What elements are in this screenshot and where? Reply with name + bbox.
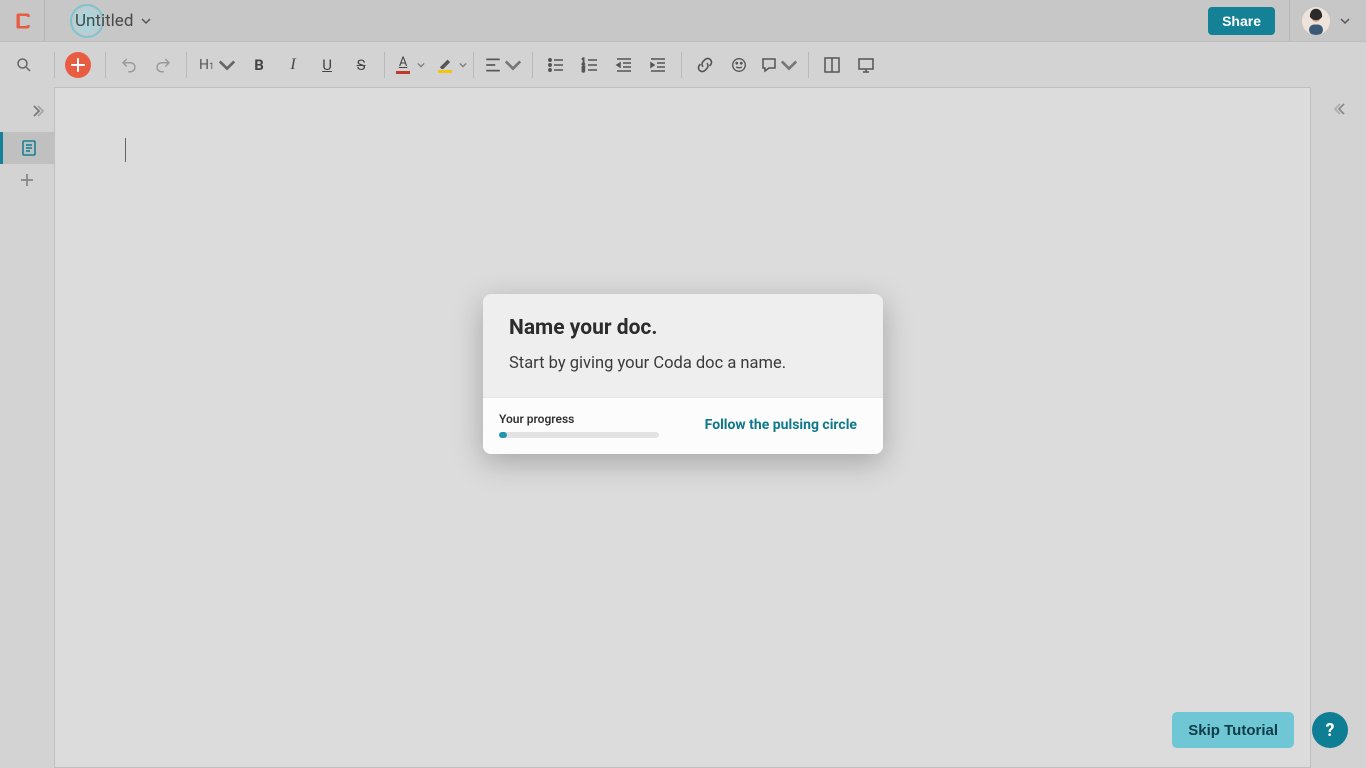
link-button[interactable] [688, 48, 722, 82]
doc-title-area[interactable]: Untitled [73, 11, 151, 31]
highlight-color-dropdown[interactable] [433, 57, 467, 73]
bulleted-list-button[interactable] [539, 48, 573, 82]
divider [105, 52, 106, 78]
italic-button[interactable]: I [276, 48, 310, 82]
bold-button[interactable]: B [242, 48, 276, 82]
divider [808, 52, 809, 78]
follow-pulsing-circle-link[interactable]: Follow the pulsing circle [705, 417, 857, 433]
emoji-button[interactable] [722, 48, 756, 82]
align-dropdown[interactable] [480, 48, 526, 82]
doc-title-caret-icon[interactable] [141, 11, 151, 30]
expand-sidebar-icon[interactable] [30, 103, 44, 122]
divider [54, 52, 55, 78]
progress-bar [499, 432, 659, 438]
layout-button[interactable] [815, 48, 849, 82]
user-avatar[interactable] [1302, 7, 1330, 35]
share-button[interactable]: Share [1208, 7, 1275, 35]
tutorial-modal: Name your doc. Start by giving your Coda… [483, 294, 883, 454]
divider [681, 52, 682, 78]
divider [384, 52, 385, 78]
divider [1289, 0, 1290, 41]
modal-title: Name your doc. [509, 316, 857, 340]
skip-tutorial-button[interactable]: Skip Tutorial [1172, 712, 1294, 748]
redo-button[interactable] [146, 48, 180, 82]
collapse-right-panel-icon[interactable] [1334, 101, 1348, 120]
heading-style-dropdown[interactable]: H1 [193, 48, 242, 82]
progress-fill [499, 432, 507, 438]
indent-decrease-button[interactable] [607, 48, 641, 82]
indent-increase-button[interactable] [641, 48, 675, 82]
add-page-button[interactable] [0, 164, 54, 196]
page-nav-item[interactable] [0, 132, 54, 164]
help-fab-button[interactable]: ? [1312, 712, 1348, 748]
divider [532, 52, 533, 78]
modal-description: Start by giving your Coda doc a name. [509, 354, 857, 373]
strikethrough-button[interactable]: S [344, 48, 378, 82]
undo-button[interactable] [112, 48, 146, 82]
divider [44, 0, 45, 41]
title-bar: Untitled Share [0, 0, 1366, 41]
help-icon: ? [1326, 720, 1335, 741]
present-button[interactable] [849, 48, 883, 82]
coda-logo-icon [14, 11, 34, 31]
progress-label: Your progress [499, 412, 659, 426]
text-color-dropdown[interactable]: A [391, 55, 425, 74]
search-icon[interactable] [7, 48, 41, 82]
text-cursor [125, 138, 126, 162]
formatting-toolbar: H1 B I U S A 123 [0, 41, 1366, 87]
user-menu-caret-icon[interactable] [1340, 11, 1350, 30]
divider [186, 52, 187, 78]
divider [473, 52, 474, 78]
insert-plus-button[interactable] [65, 52, 91, 78]
comment-dropdown[interactable] [756, 48, 802, 82]
doc-title[interactable]: Untitled [73, 11, 133, 31]
underline-button[interactable]: U [310, 48, 344, 82]
svg-text:3: 3 [582, 68, 585, 74]
numbered-list-button[interactable]: 123 [573, 48, 607, 82]
left-rail [0, 87, 54, 768]
